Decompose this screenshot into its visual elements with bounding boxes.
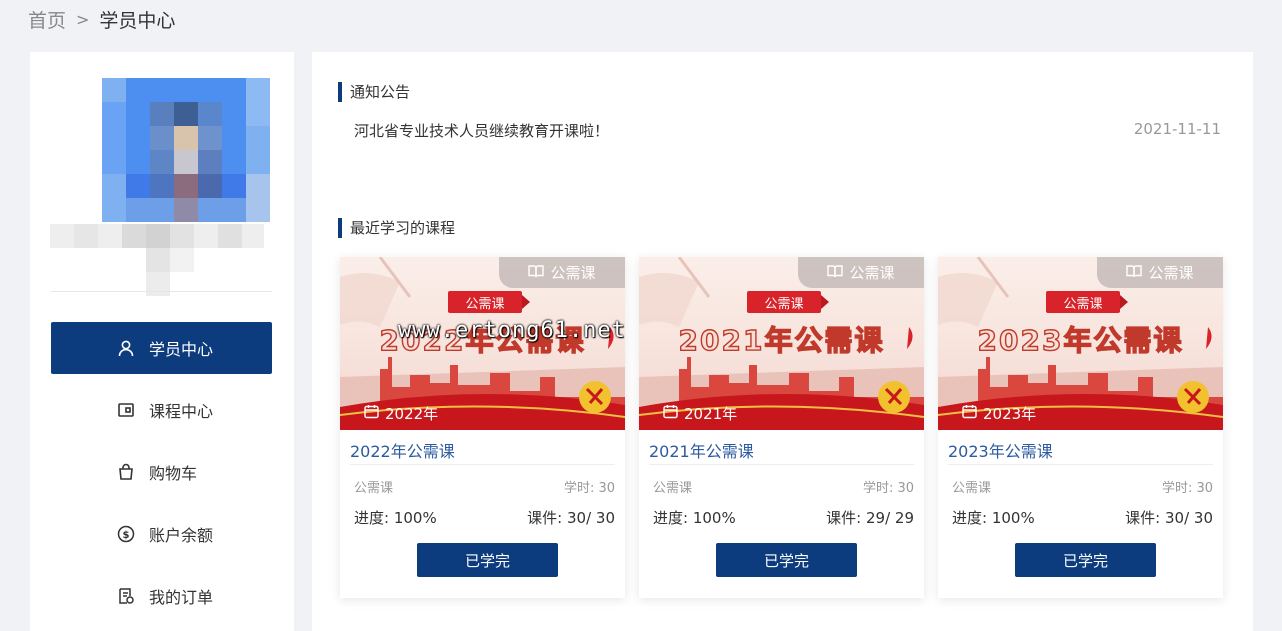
- course-progress: 进度: 100%: [952, 509, 1035, 527]
- svg-text:$: $: [123, 530, 130, 541]
- dollar-circle-icon: $: [117, 525, 135, 543]
- breadcrumb-separator: >: [76, 10, 90, 29]
- course-type-tag: 公需课: [798, 257, 924, 288]
- completed-button[interactable]: 已学完: [716, 543, 857, 577]
- year-badge: 2021年: [663, 403, 737, 424]
- course-banner[interactable]: 公需课 公需课 2022年公需课 2022年: [340, 257, 625, 430]
- sidebar: 学员中心 课程中心 购物车 $ 账户余额 我的订单: [30, 52, 294, 631]
- course-category: 公需课: [653, 481, 693, 496]
- sidebar-item-label: 课程中心: [149, 402, 214, 421]
- course-title[interactable]: 2023年公需课: [948, 438, 1053, 462]
- sidebar-item-student-center[interactable]: 学员中心: [51, 322, 272, 374]
- username-blurred: [50, 224, 264, 296]
- course-hours: 学时: 30: [1161, 481, 1213, 496]
- course-card[interactable]: 公需课 公需课 2023年公需课 2023年 2023年公需课 公需课 学时: …: [938, 257, 1223, 598]
- course-type-tag: 公需课: [1097, 257, 1223, 288]
- card-divider: [948, 464, 1213, 465]
- sidebar-item-label: 学员中心: [149, 340, 214, 359]
- year-badge-label: 2022年: [385, 405, 439, 423]
- sidebar-item-course-center[interactable]: 课程中心: [51, 384, 272, 436]
- recent-courses-section-title: 最近学习的课程: [338, 218, 455, 238]
- banner-ribbon: 公需课: [448, 291, 530, 313]
- notice-item-title[interactable]: 河北省专业技术人员继续教育开课啦！: [354, 120, 609, 141]
- course-progress: 进度: 100%: [653, 509, 736, 527]
- course-banner[interactable]: 公需课 公需课 2023年公需课 2023年: [938, 257, 1223, 430]
- course-type-tag: 公需课: [499, 257, 625, 288]
- banner-ribbon: 公需课: [747, 291, 829, 313]
- sidebar-item-shopping-cart[interactable]: 购物车: [51, 446, 272, 498]
- year-badge-label: 2023年: [983, 405, 1037, 423]
- course-category: 公需课: [952, 481, 992, 496]
- course-hours: 学时: 30: [862, 481, 914, 496]
- course-category: 公需课: [354, 481, 394, 496]
- course-files: 课件: 29/ 29: [826, 509, 914, 527]
- sidebar-divider: [51, 291, 272, 292]
- banner-title: 2021年公需课: [678, 323, 885, 357]
- course-files: 课件: 30/ 30: [1125, 509, 1213, 527]
- course-type-tag-label: 公需课: [1148, 264, 1194, 282]
- site-watermark: www.ertong61.net: [398, 318, 626, 343]
- card-divider: [649, 464, 914, 465]
- banner-title: 2023年公需课: [977, 323, 1184, 357]
- course-type-tag-label: 公需课: [550, 264, 596, 282]
- completed-button[interactable]: 已学完: [1015, 543, 1156, 577]
- calendar-icon: [663, 404, 678, 423]
- book-icon: [1126, 264, 1143, 282]
- sidebar-item-label: 我的订单: [149, 588, 214, 607]
- breadcrumb: 首页 > 学员中心: [28, 6, 175, 33]
- course-type-tag-label: 公需课: [849, 264, 895, 282]
- course-progress: 进度: 100%: [354, 509, 437, 527]
- banner-ribbon: 公需课: [1046, 291, 1128, 313]
- sidebar-item-account-balance[interactable]: $ 账户余额: [51, 508, 272, 560]
- avatar: [102, 78, 270, 222]
- course-title[interactable]: 2021年公需课: [649, 438, 754, 462]
- user-icon: [117, 339, 135, 357]
- year-badge: 2022年: [364, 403, 438, 424]
- order-icon: [117, 587, 135, 605]
- course-files: 课件: 30/ 30: [527, 509, 615, 527]
- course-title[interactable]: 2022年公需课: [350, 438, 455, 462]
- calendar-icon: [364, 404, 379, 423]
- notice-section-title: 通知公告: [338, 82, 410, 102]
- book-icon: [827, 264, 844, 282]
- course-icon: [117, 401, 135, 419]
- sidebar-item-my-orders[interactable]: 我的订单: [51, 570, 272, 622]
- book-icon: [528, 264, 545, 282]
- year-badge: 2023年: [962, 403, 1036, 424]
- course-card[interactable]: 公需课 公需课 2021年公需课 2021年 2021年公需课 公需课 学时: …: [639, 257, 924, 598]
- course-hours: 学时: 30: [563, 481, 615, 496]
- sidebar-item-label: 账户余额: [149, 526, 214, 545]
- notice-item-date: 2021-11-11: [1133, 120, 1221, 138]
- card-divider: [350, 464, 615, 465]
- year-badge-label: 2021年: [684, 405, 738, 423]
- sidebar-item-label: 购物车: [149, 464, 198, 483]
- avatar-image: [102, 78, 270, 222]
- breadcrumb-home-link[interactable]: 首页: [28, 6, 66, 33]
- calendar-icon: [962, 404, 977, 423]
- course-card[interactable]: 公需课 公需课 2022年公需课 2022年 2022年公需课 公需课 学时: …: [340, 257, 625, 598]
- completed-button[interactable]: 已学完: [417, 543, 558, 577]
- course-banner[interactable]: 公需课 公需课 2021年公需课 2021年: [639, 257, 924, 430]
- shopping-bag-icon: [117, 463, 135, 481]
- breadcrumb-current: 学员中心: [99, 10, 176, 32]
